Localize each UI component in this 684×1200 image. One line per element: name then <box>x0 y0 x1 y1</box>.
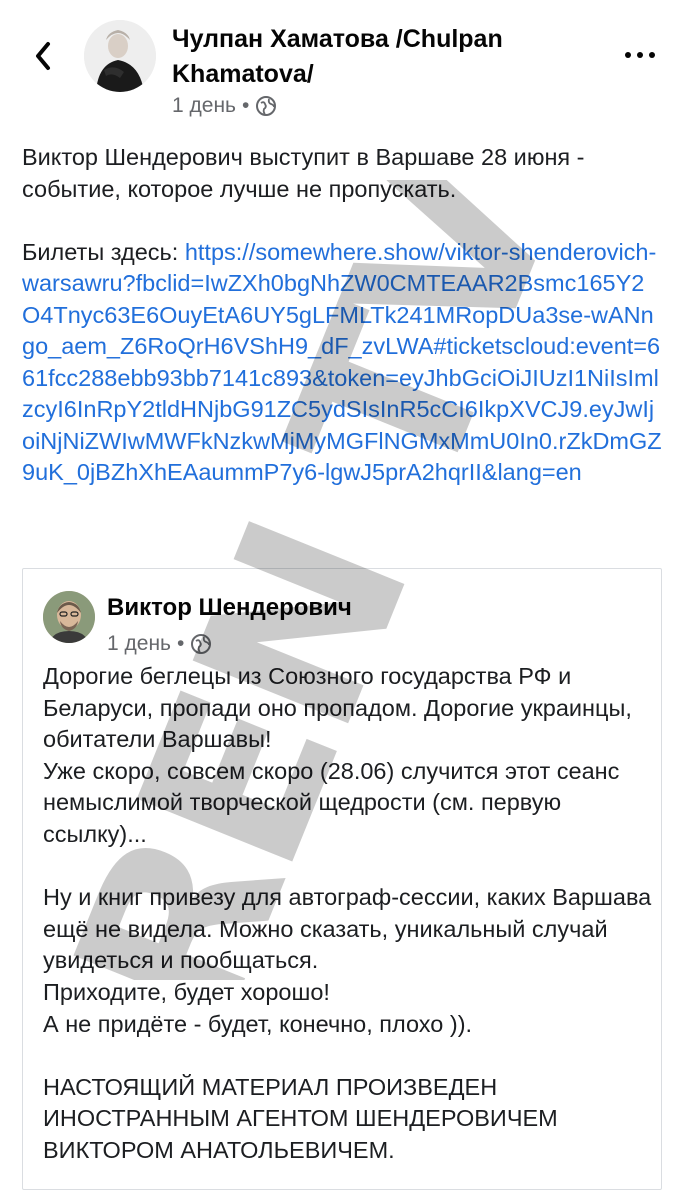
more-dot <box>625 52 631 58</box>
tickets-link[interactable]: https://somewhere.show/viktor-shenderovi… <box>22 239 662 486</box>
globe-icon <box>191 634 212 654</box>
post-meta: 1 день • <box>172 94 277 118</box>
back-button[interactable] <box>26 36 60 76</box>
shared-post-meta: 1 день • <box>107 632 212 656</box>
post-body: Виктор Шендерович выступит в Варшаве 28 … <box>22 142 662 489</box>
more-dot <box>649 52 655 58</box>
author-name[interactable]: Чулпан Хаматова /Chulpan Khamatova/ <box>172 22 572 92</box>
shared-author-name[interactable]: Виктор Шендерович <box>107 594 352 622</box>
meta-separator: • <box>241 94 250 117</box>
tickets-paragraph: Билеты здесь: https://somewhere.show/vik… <box>22 237 662 489</box>
more-dot <box>637 52 643 58</box>
more-options-button[interactable] <box>620 40 660 70</box>
shared-post-body: Дорогие беглецы из Союзного государства … <box>43 661 653 1167</box>
post-time[interactable]: 1 день <box>172 94 236 118</box>
shared-post-card[interactable]: Виктор Шендерович 1 день • Дорогие бегле… <box>22 568 662 1190</box>
meta-separator: • <box>176 632 185 655</box>
globe-icon <box>256 96 277 116</box>
shared-paragraph: НАСТОЯЩИЙ МАТЕРИАЛ ПРОИЗВЕДЕН ИНОСТРАННЫ… <box>43 1073 558 1163</box>
post-paragraph: Виктор Шендерович выступит в Варшаве 28 … <box>22 144 585 202</box>
tickets-label: Билеты здесь: <box>22 238 185 265</box>
shared-post-time[interactable]: 1 день <box>107 632 171 656</box>
shared-paragraph: Ну и книг привезу для автограф-сессии, к… <box>43 884 652 974</box>
shared-paragraph: Приходите, будет хорошо! <box>43 978 330 1005</box>
shared-paragraph: А не придёте - будет, конечно, плохо )). <box>43 1010 473 1037</box>
author-avatar[interactable] <box>84 20 156 92</box>
shared-paragraph: Уже скоро, совсем скоро (28.06) случится… <box>43 757 620 847</box>
shared-author-avatar[interactable] <box>43 591 95 643</box>
post-header: Чулпан Хаматова /Chulpan Khamatova/ 1 де… <box>0 0 684 130</box>
chevron-left-icon <box>36 42 50 70</box>
shared-paragraph: Дорогие беглецы из Союзного государства … <box>43 663 632 753</box>
